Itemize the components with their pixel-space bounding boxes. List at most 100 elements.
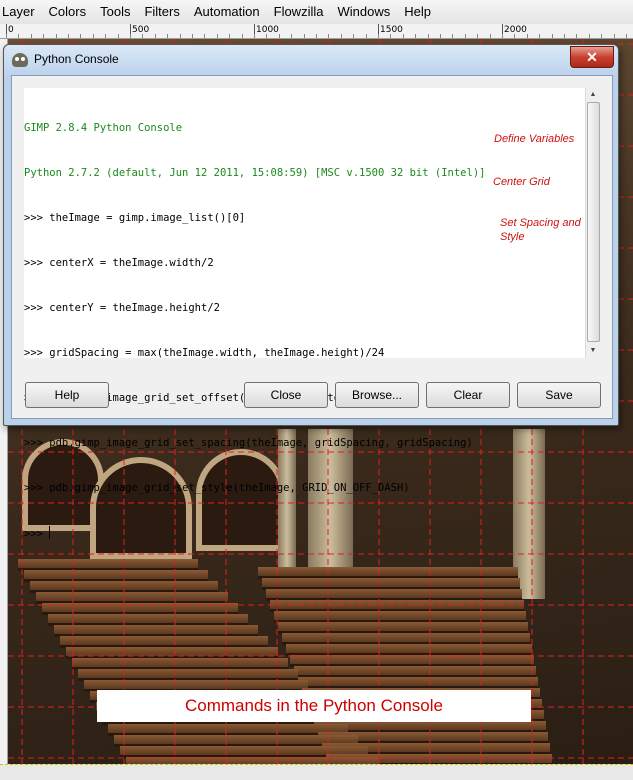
ruler-label: 500: [132, 25, 150, 35]
dialog-title: Python Console: [34, 52, 119, 66]
scroll-up-arrow-icon[interactable]: ▲: [588, 90, 598, 100]
browse-button[interactable]: Browse...: [335, 382, 419, 408]
python-console-dialog: Python Console ✕ GIMP 2.8.4 Python Conso…: [3, 44, 619, 540]
horizontal-ruler[interactable]: 0 500 1000 1500 2000: [0, 24, 633, 39]
ruler-minor-tick: [526, 34, 528, 38]
console-scrollbar[interactable]: ▲ ▼: [585, 88, 600, 358]
ruler-minor-tick: [427, 34, 429, 38]
ruler-minor-tick: [365, 34, 367, 38]
close-button-label: Close: [270, 388, 302, 402]
browse-button-label: Browse...: [351, 388, 402, 402]
console-input-line[interactable]: >>>: [24, 526, 485, 541]
menu-help[interactable]: Help: [397, 0, 438, 24]
ruler-minor-tick: [278, 34, 280, 38]
console-line: >>> gridSpacing = max(theImage.width, th…: [24, 347, 385, 359]
ruler-minor-tick: [576, 34, 578, 38]
ruler-minor-tick: [539, 34, 541, 38]
gimp-wilber-icon: [12, 53, 28, 67]
ruler-minor-tick: [378, 34, 379, 38]
console-lines: GIMP 2.8.4 Python Console Python 2.7.2 (…: [24, 91, 485, 571]
ruler-minor-tick: [266, 34, 268, 38]
ruler-minor-tick: [328, 34, 330, 38]
menu-automation[interactable]: Automation: [187, 0, 267, 24]
ruler-minor-tick: [6, 34, 7, 38]
ruler-minor-tick: [130, 34, 131, 38]
clear-button[interactable]: Clear: [426, 382, 510, 408]
ruler-minor-tick: [613, 34, 615, 38]
help-button[interactable]: Help: [25, 382, 109, 408]
ruler-minor-tick: [80, 34, 82, 38]
ruler-minor-tick: [514, 34, 516, 38]
console-line: >>> pdb.gimp_image_grid_set_style(theIma…: [24, 482, 410, 494]
ruler-minor-tick: [390, 34, 392, 38]
ruler-minor-tick: [601, 34, 603, 38]
console-output[interactable]: GIMP 2.8.4 Python Console Python 2.7.2 (…: [24, 88, 600, 540]
clear-button-label: Clear: [453, 388, 483, 402]
save-button-label: Save: [545, 388, 573, 402]
ruler-minor-tick: [55, 34, 57, 38]
ruler-minor-tick: [564, 34, 565, 38]
ruler-minor-tick: [92, 34, 94, 38]
ruler-minor-tick: [254, 34, 255, 38]
ruler-minor-tick: [229, 34, 231, 38]
ruler-minor-tick: [502, 34, 503, 38]
console-line: >>> centerY = theImage.height/2: [24, 302, 220, 314]
ruler-minor-tick: [18, 34, 20, 38]
ruler-minor-tick: [452, 34, 454, 38]
menu-windows[interactable]: Windows: [330, 0, 397, 24]
ruler-minor-tick: [464, 34, 466, 38]
ruler-minor-tick: [415, 34, 417, 38]
ruler-minor-tick: [353, 34, 355, 38]
menubar: Layer Colors Tools Filters Automation Fl…: [0, 0, 633, 25]
menu-colors[interactable]: Colors: [42, 0, 94, 24]
ruler-minor-tick: [43, 34, 45, 38]
ruler-minor-tick: [117, 34, 119, 38]
console-line: GIMP 2.8.4 Python Console: [24, 122, 183, 134]
dialog-titlebar[interactable]: Python Console ✕: [4, 45, 618, 75]
menu-filters[interactable]: Filters: [137, 0, 186, 24]
ruler-minor-tick: [167, 34, 169, 38]
ruler-minor-tick: [30, 34, 32, 38]
ruler-minor-tick: [551, 34, 553, 38]
ruler-minor-tick: [477, 34, 479, 38]
ruler-minor-tick: [402, 34, 404, 38]
caption-text: Commands in the Python Console: [185, 696, 443, 715]
annotation-set-spacing: Set Spacing and Style: [500, 217, 581, 243]
menu-layer[interactable]: Layer: [0, 0, 42, 24]
menu-flowzilla[interactable]: Flowzilla: [267, 0, 331, 24]
console-line: >>> centerX = theImage.width/2: [24, 257, 214, 269]
ruler-minor-tick: [192, 34, 193, 38]
close-icon: ✕: [586, 49, 598, 65]
ruler-minor-tick: [105, 34, 107, 38]
ruler-minor-tick: [154, 34, 156, 38]
caption-box: Commands in the Python Console: [97, 690, 531, 722]
ruler-minor-tick: [68, 34, 69, 38]
text-cursor: [49, 526, 51, 539]
ruler-minor-tick: [241, 34, 243, 38]
close-button[interactable]: Close: [244, 382, 328, 408]
pew: [126, 757, 378, 764]
console-line: Python 2.7.2 (default, Jun 12 2011, 15:0…: [24, 167, 486, 179]
ruler-minor-tick: [588, 34, 590, 38]
annotation-center-grid: Center Grid: [493, 176, 550, 188]
ruler-minor-tick: [216, 34, 218, 38]
close-window-button[interactable]: ✕: [570, 46, 614, 68]
ruler-minor-tick: [142, 34, 144, 38]
dialog-body: GIMP 2.8.4 Python Console Python 2.7.2 (…: [11, 75, 613, 540]
prompt: >>>: [24, 528, 50, 540]
status-strip: [0, 764, 633, 780]
ruler-minor-tick: [340, 34, 342, 38]
scroll-thumb[interactable]: [587, 102, 600, 342]
help-button-label: Help: [54, 388, 80, 402]
ruler-minor-tick: [303, 34, 305, 38]
ruler-minor-tick: [626, 34, 627, 38]
save-button[interactable]: Save: [517, 382, 601, 408]
ruler-minor-tick: [179, 34, 181, 38]
ruler-minor-tick: [291, 34, 293, 38]
ruler-minor-tick: [204, 34, 206, 38]
menu-tools[interactable]: Tools: [93, 0, 137, 24]
ruler-minor-tick: [440, 34, 441, 38]
scroll-down-arrow-icon[interactable]: ▼: [588, 346, 598, 356]
ruler-minor-tick: [316, 34, 317, 38]
ruler-label: 0: [8, 25, 14, 35]
